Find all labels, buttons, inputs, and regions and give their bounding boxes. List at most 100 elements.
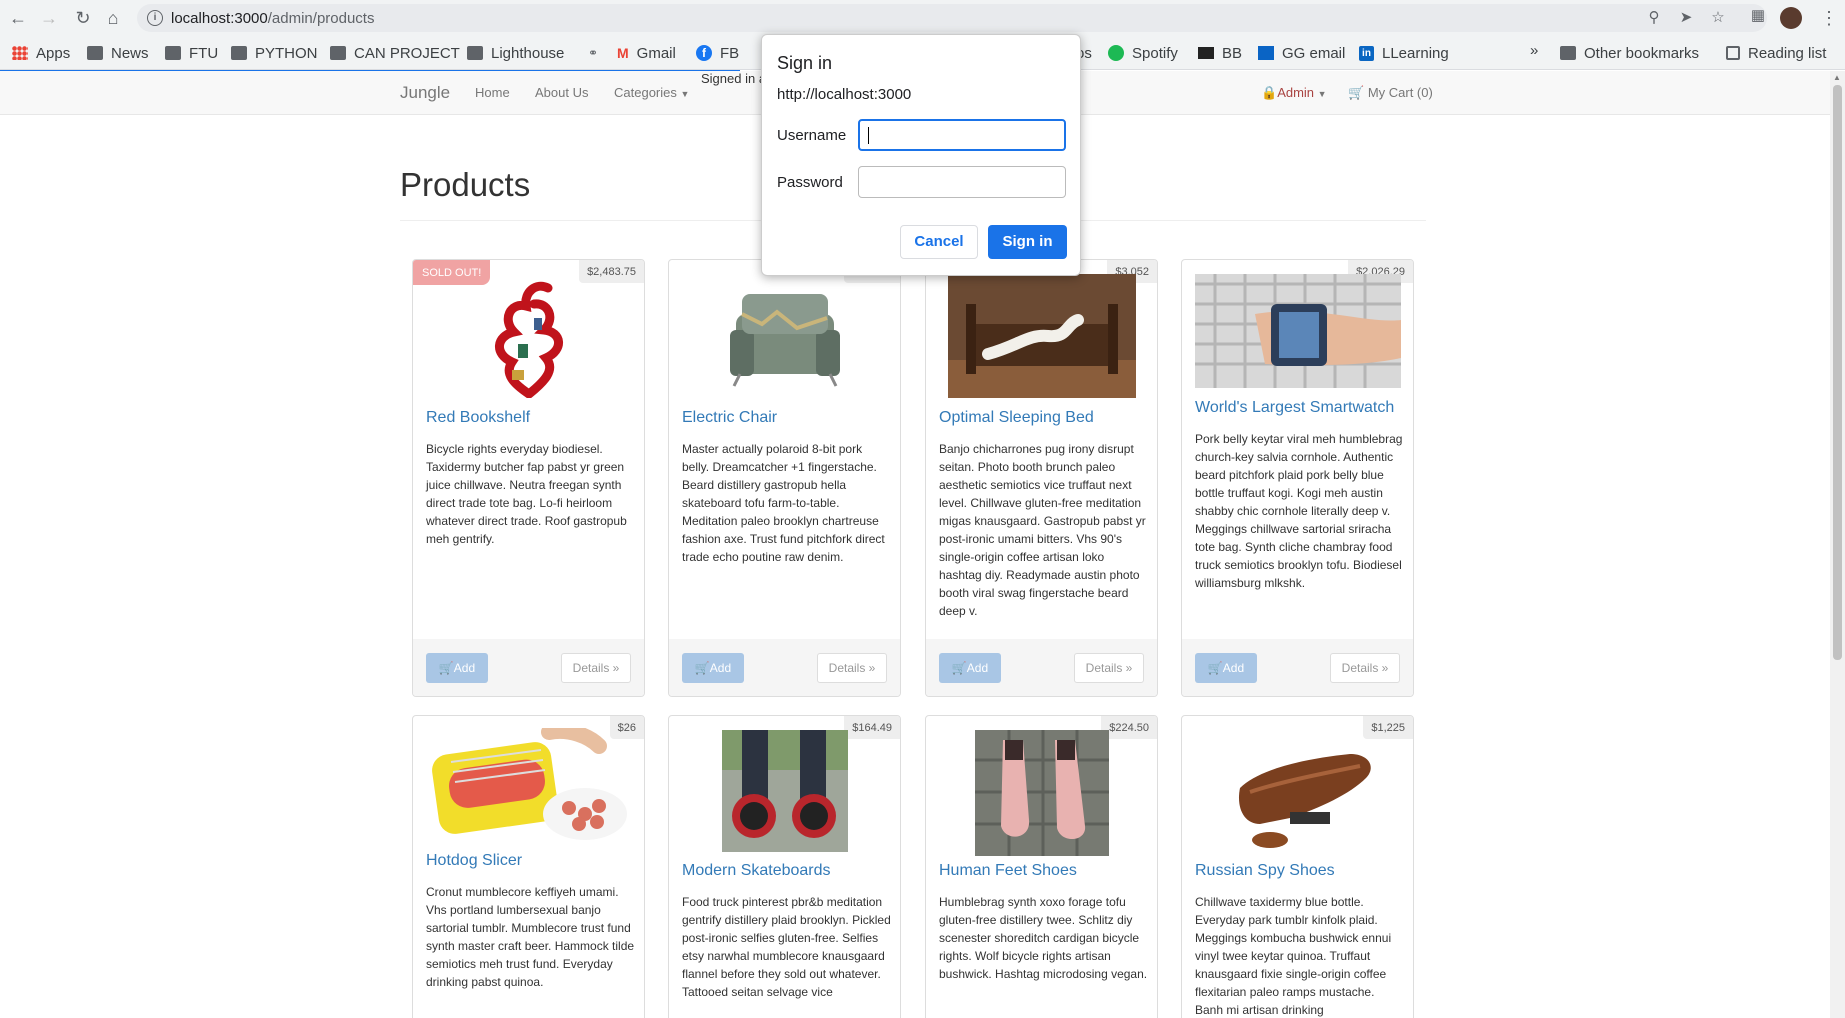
password-label: Password [777, 174, 843, 191]
username-label: Username [777, 127, 847, 144]
linkedin-icon: in [1359, 45, 1374, 61]
spotify-icon [1108, 45, 1124, 61]
password-field[interactable] [858, 166, 1066, 198]
product-card: $987.65 Electric Chair Master actually p… [668, 259, 901, 697]
product-description: Cronut mumblecore keffiyeh umami. Vhs po… [426, 885, 635, 989]
product-image [721, 730, 848, 852]
cart-icon: 🛒 [1207, 661, 1223, 675]
zoom-icon[interactable]: ⚲ [1645, 9, 1663, 27]
other-bookmarks[interactable]: Other bookmarks [1560, 42, 1699, 64]
product-title[interactable]: Electric Chair [682, 409, 777, 427]
reading-list[interactable]: Reading list [1726, 42, 1826, 64]
details-button[interactable]: Details » [561, 653, 631, 683]
details-button[interactable]: Details » [1330, 653, 1400, 683]
product-image [431, 728, 627, 840]
bb-icon [1198, 47, 1214, 59]
gmail-icon: M [617, 45, 629, 61]
forward-arrow-icon[interactable]: → [38, 7, 60, 29]
sign-in-button[interactable]: Sign in [988, 225, 1067, 259]
username-field[interactable] [858, 119, 1066, 151]
nav-about-us[interactable]: About Us [535, 85, 588, 100]
bookmark-label: GG email [1282, 44, 1346, 62]
facebook-icon: f [696, 45, 712, 61]
page-scrollbar[interactable]: ▲ [1830, 71, 1845, 1018]
product-card: $3,052 Optimal Sleeping Bed Banjo chicha… [925, 259, 1158, 697]
home-icon[interactable]: ⌂ [102, 7, 124, 29]
bookmark-news[interactable]: News [87, 42, 149, 64]
folder-icon [231, 46, 247, 60]
extensions-icon[interactable]: ▦ [1749, 7, 1767, 25]
reload-icon[interactable]: ↻ [72, 7, 94, 29]
product-title[interactable]: World's Largest Smartwatch [1195, 399, 1394, 417]
bookmark-lighthouse[interactable]: Lighthouse [467, 42, 564, 64]
signed-in-text: Signed in a [701, 71, 767, 86]
address-bar[interactable]: i localhost:3000/admin/products [137, 4, 1767, 32]
cart-icon: 🛒 [694, 661, 710, 675]
bookmark-bb[interactable]: BB [1198, 42, 1242, 64]
product-title[interactable]: Optimal Sleeping Bed [939, 409, 1094, 427]
bookmarks-overflow[interactable]: » [1530, 42, 1538, 59]
product-title[interactable]: Russian Spy Shoes [1195, 862, 1335, 880]
apps-grid-icon [12, 46, 28, 60]
scroll-up-arrow-icon[interactable]: ▲ [1833, 73, 1841, 82]
add-to-cart-button[interactable]: 🛒Add [1195, 653, 1257, 683]
card-footer: 🛒Add Details » [1182, 639, 1413, 696]
product-image [1238, 754, 1371, 848]
browser-toolbar: ← → ↻ ⌂ i localhost:3000/admin/products … [0, 0, 1845, 36]
folder-icon [330, 46, 346, 60]
card-footer: 🛒Add Details » [413, 639, 644, 696]
details-button[interactable]: Details » [817, 653, 887, 683]
bookmark-can-project[interactable]: CAN PROJECT [330, 42, 460, 64]
folder-icon [165, 46, 181, 60]
site-info-icon[interactable]: i [147, 10, 163, 26]
profile-avatar[interactable] [1780, 7, 1802, 29]
add-to-cart-button[interactable]: 🛒Add [682, 653, 744, 683]
dialog-origin: http://localhost:3000 [777, 86, 912, 103]
nav-home[interactable]: Home [475, 85, 510, 100]
send-icon[interactable]: ➤ [1677, 9, 1695, 27]
product-title[interactable]: Red Bookshelf [426, 409, 530, 427]
nav-categories[interactable]: Categories ▼ [614, 85, 689, 100]
scrollbar-thumb[interactable] [1833, 85, 1842, 660]
back-arrow-icon[interactable]: ← [7, 7, 29, 29]
button-label: Add [709, 661, 732, 675]
bookmark-ftu[interactable]: FTU [165, 42, 218, 64]
cart-icon: 🛒 [951, 661, 967, 675]
product-description: Bicycle rights everyday biodiesel. Taxid… [426, 442, 627, 546]
bookmark-gmail[interactable]: M Gmail [617, 42, 676, 64]
bookmark-label: CAN PROJECT [354, 44, 460, 62]
caret-down-icon: ▼ [1317, 89, 1327, 99]
text-caret [868, 127, 869, 144]
bookmark-label: Reading list [1748, 44, 1827, 62]
bookmark-gg-email[interactable]: GG email [1258, 42, 1345, 64]
bookmark-link[interactable]: ⚭ [588, 42, 598, 64]
product-image [1194, 274, 1401, 388]
bookmark-label: FTU [189, 44, 219, 62]
product-description: Master actually polaroid 8-bit pork bell… [682, 442, 885, 564]
product-title[interactable]: Modern Skateboards [682, 862, 831, 880]
cart-label: My Cart (0) [1367, 85, 1433, 100]
browser-menu-icon[interactable]: ⋮ [1820, 7, 1838, 29]
product-title[interactable]: Human Feet Shoes [939, 862, 1077, 880]
product-card: $224.50 Human Feet Shoes Humblebrag synt… [925, 715, 1158, 1018]
product-title[interactable]: Hotdog Slicer [426, 852, 522, 870]
bookmark-python[interactable]: PYTHON [231, 42, 318, 64]
bookmark-spotify[interactable]: Spotify [1108, 42, 1178, 64]
button-label: Add [453, 661, 476, 675]
product-image [494, 281, 563, 398]
add-to-cart-button[interactable]: 🛒Add [939, 653, 1001, 683]
add-to-cart-button[interactable]: 🛒Add [426, 653, 488, 683]
details-button[interactable]: Details » [1074, 653, 1144, 683]
bookmark-star-icon[interactable]: ☆ [1709, 9, 1727, 27]
product-description: Food truck pinterest pbr&b meditation ge… [682, 895, 891, 999]
cart-link[interactable]: 🛒 My Cart (0) [1348, 85, 1433, 101]
cancel-button[interactable]: Cancel [900, 225, 978, 259]
bookmark-label: Apps [36, 44, 71, 62]
brand-link[interactable]: Jungle [400, 83, 450, 103]
admin-menu[interactable]: 🔒Admin ▼ [1261, 85, 1327, 101]
bookmark-fb[interactable]: f FB [696, 42, 739, 64]
bookmark-apps[interactable]: Apps [12, 42, 70, 64]
outlook-icon [1258, 46, 1274, 60]
cart-icon: 🛒 [1348, 85, 1365, 100]
bookmark-llearning[interactable]: in LLearning [1359, 42, 1449, 64]
